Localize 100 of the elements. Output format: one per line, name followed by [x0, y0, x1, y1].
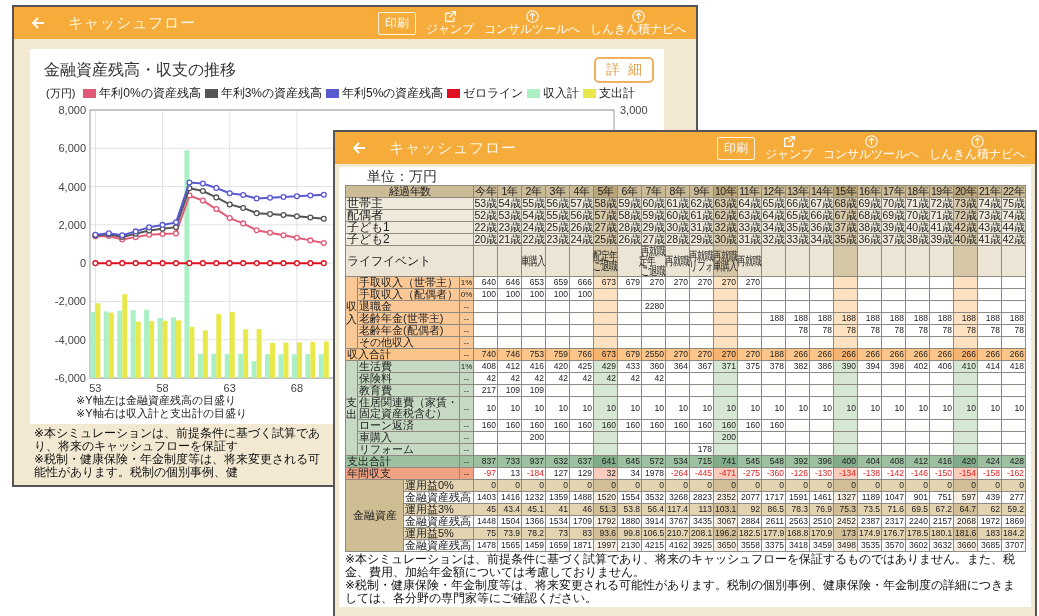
table-cell: 78 — [785, 324, 810, 337]
table-cell: 1659 — [545, 539, 570, 552]
window-title: キャッシュフロー — [389, 138, 517, 158]
table-cell: 188 — [977, 312, 1002, 325]
table-cell: 1880 — [617, 515, 642, 528]
table-cell: 10 — [809, 396, 834, 420]
table-cell: 1366 — [521, 515, 546, 528]
column-header: 12年 — [761, 185, 786, 198]
x-axis-label: 68 — [290, 382, 304, 394]
table-cell: 3914 — [641, 515, 666, 528]
table-cell: 277 — [1001, 491, 1026, 504]
column-header: 4年 — [569, 185, 594, 198]
table-cell: 160 — [665, 419, 690, 432]
table-cell: 10 — [641, 396, 666, 420]
table-cell: 3418 — [785, 539, 810, 552]
table-cell: 270 — [641, 276, 666, 289]
column-header: 7年 — [641, 185, 666, 198]
section-label: 支出 — [345, 360, 358, 456]
column-header: 6年 — [617, 185, 642, 198]
y-axis-label: 4,000 — [58, 180, 86, 193]
table-cell: 42 — [545, 372, 570, 385]
table-cell: 34 — [617, 467, 642, 480]
table-cell: 2317 — [881, 515, 906, 528]
table-cell: 109 — [497, 384, 522, 397]
table-cell: 160 — [761, 419, 786, 432]
table-cell: 160 — [617, 419, 642, 432]
table-cell: 10 — [977, 396, 1002, 420]
table-cell: 10 — [929, 396, 954, 420]
table-cell: 408 — [473, 360, 498, 373]
table-cell: 13 — [497, 467, 522, 480]
column-header: 20年 — [953, 185, 978, 198]
table-cell: 425 — [569, 360, 594, 373]
table-cell: 109 — [521, 384, 546, 397]
table-cell: 646 — [497, 276, 522, 289]
column-header: 18年 — [905, 185, 930, 198]
row-label: ライフイベント — [345, 245, 474, 277]
legend-label: 年利0%の資産残高 — [99, 85, 201, 102]
table-cell: 188 — [809, 312, 834, 325]
table-cell: 78 — [977, 324, 1002, 337]
table-cell: 178 — [689, 443, 714, 456]
table-cell: -150 — [929, 467, 954, 480]
table-cell: 3602 — [905, 539, 930, 552]
table-cell: 127 — [545, 467, 570, 480]
axis-note: ※Y軸左は金融資産残高の目盛り — [76, 394, 236, 407]
footnote: ※本シミュレーションは、前提条件に基づく試算であり、将来のキャッシュフローを保証するものではありません。また、税金、費用、加給年金額については考慮しておりません。 — [345, 553, 1017, 579]
table-cell: 188 — [1001, 312, 1026, 325]
table-cell: 78 — [1001, 324, 1026, 337]
table-cell: 402 — [905, 360, 930, 373]
table-cell: 270 — [665, 276, 690, 289]
table-cell: 217 — [473, 384, 498, 397]
footnote: ※本シミュレーションは、前提条件に基づく試算であり、将来のキャッシュフローを保証す — [34, 427, 322, 453]
legend-label: ゼロライン — [463, 85, 524, 102]
table-cell: 270 — [689, 276, 714, 289]
table-cell: 364 — [665, 360, 690, 373]
column-header: 17年 — [881, 185, 906, 198]
life-event-text: 再就職 — [664, 256, 690, 266]
table-cell: 129 — [569, 467, 594, 480]
table-cell: 640 — [473, 276, 498, 289]
table-cell: 1488 — [569, 491, 594, 504]
table-cell: 100 — [545, 288, 570, 301]
footnote: ※税制・健康保険・年金制度等は、将来変更される可能性があります。税制の個別事例、健康保険・年金制度の詳細につきましては、各分野の専門家等にご確認ください。 — [345, 579, 1017, 605]
column-header: 14年 — [809, 185, 834, 198]
table-cell: 1869 — [1001, 515, 1026, 528]
y-axis-label: -6,000 — [54, 372, 86, 384]
table-cell: 3632 — [929, 539, 954, 552]
table-cell: 1189 — [857, 491, 882, 504]
table-cell: 2157 — [929, 515, 954, 528]
table-cell: 2611 — [761, 515, 786, 528]
legend-label: 年利5%の資産残高 — [342, 85, 444, 102]
table-cell: 901 — [905, 491, 930, 504]
section-label: 金融資産 — [345, 479, 404, 552]
table-cell: 2130 — [617, 539, 642, 552]
table-cell: 1972 — [977, 515, 1002, 528]
column-header: 11年 — [737, 185, 762, 198]
table-cell: 42 — [617, 372, 642, 385]
table-cell: 360 — [641, 360, 666, 373]
table-cell: -158 — [977, 467, 1002, 480]
column-header: 今年 — [473, 185, 498, 198]
table-cell: 4162 — [665, 539, 690, 552]
table-cell: 386 — [809, 360, 834, 373]
table-cell: 3925 — [689, 539, 714, 552]
table-cell: 2823 — [689, 491, 714, 504]
table-cell: 10 — [473, 396, 498, 420]
table-cell: 375 — [737, 360, 762, 373]
table-cell: 2280 — [641, 300, 666, 313]
table-cell: 188 — [905, 312, 930, 325]
table-cell: 1478 — [473, 539, 498, 552]
table-cell: 420 — [545, 360, 570, 373]
table-cell: 160 — [737, 419, 762, 432]
table-cell: 100 — [497, 288, 522, 301]
table-cell: 160 — [473, 419, 498, 432]
table-cell: 10 — [665, 396, 690, 420]
table-cell: 439 — [977, 491, 1002, 504]
table-cell: 2387 — [857, 515, 882, 528]
life-event-text: 再就職 — [640, 246, 666, 256]
column-header: 3年 — [545, 185, 570, 198]
table-cell: 418 — [1001, 360, 1026, 373]
table-cell: -275 — [737, 467, 762, 480]
table-cell: 160 — [689, 419, 714, 432]
table-cell: 2077 — [737, 491, 762, 504]
